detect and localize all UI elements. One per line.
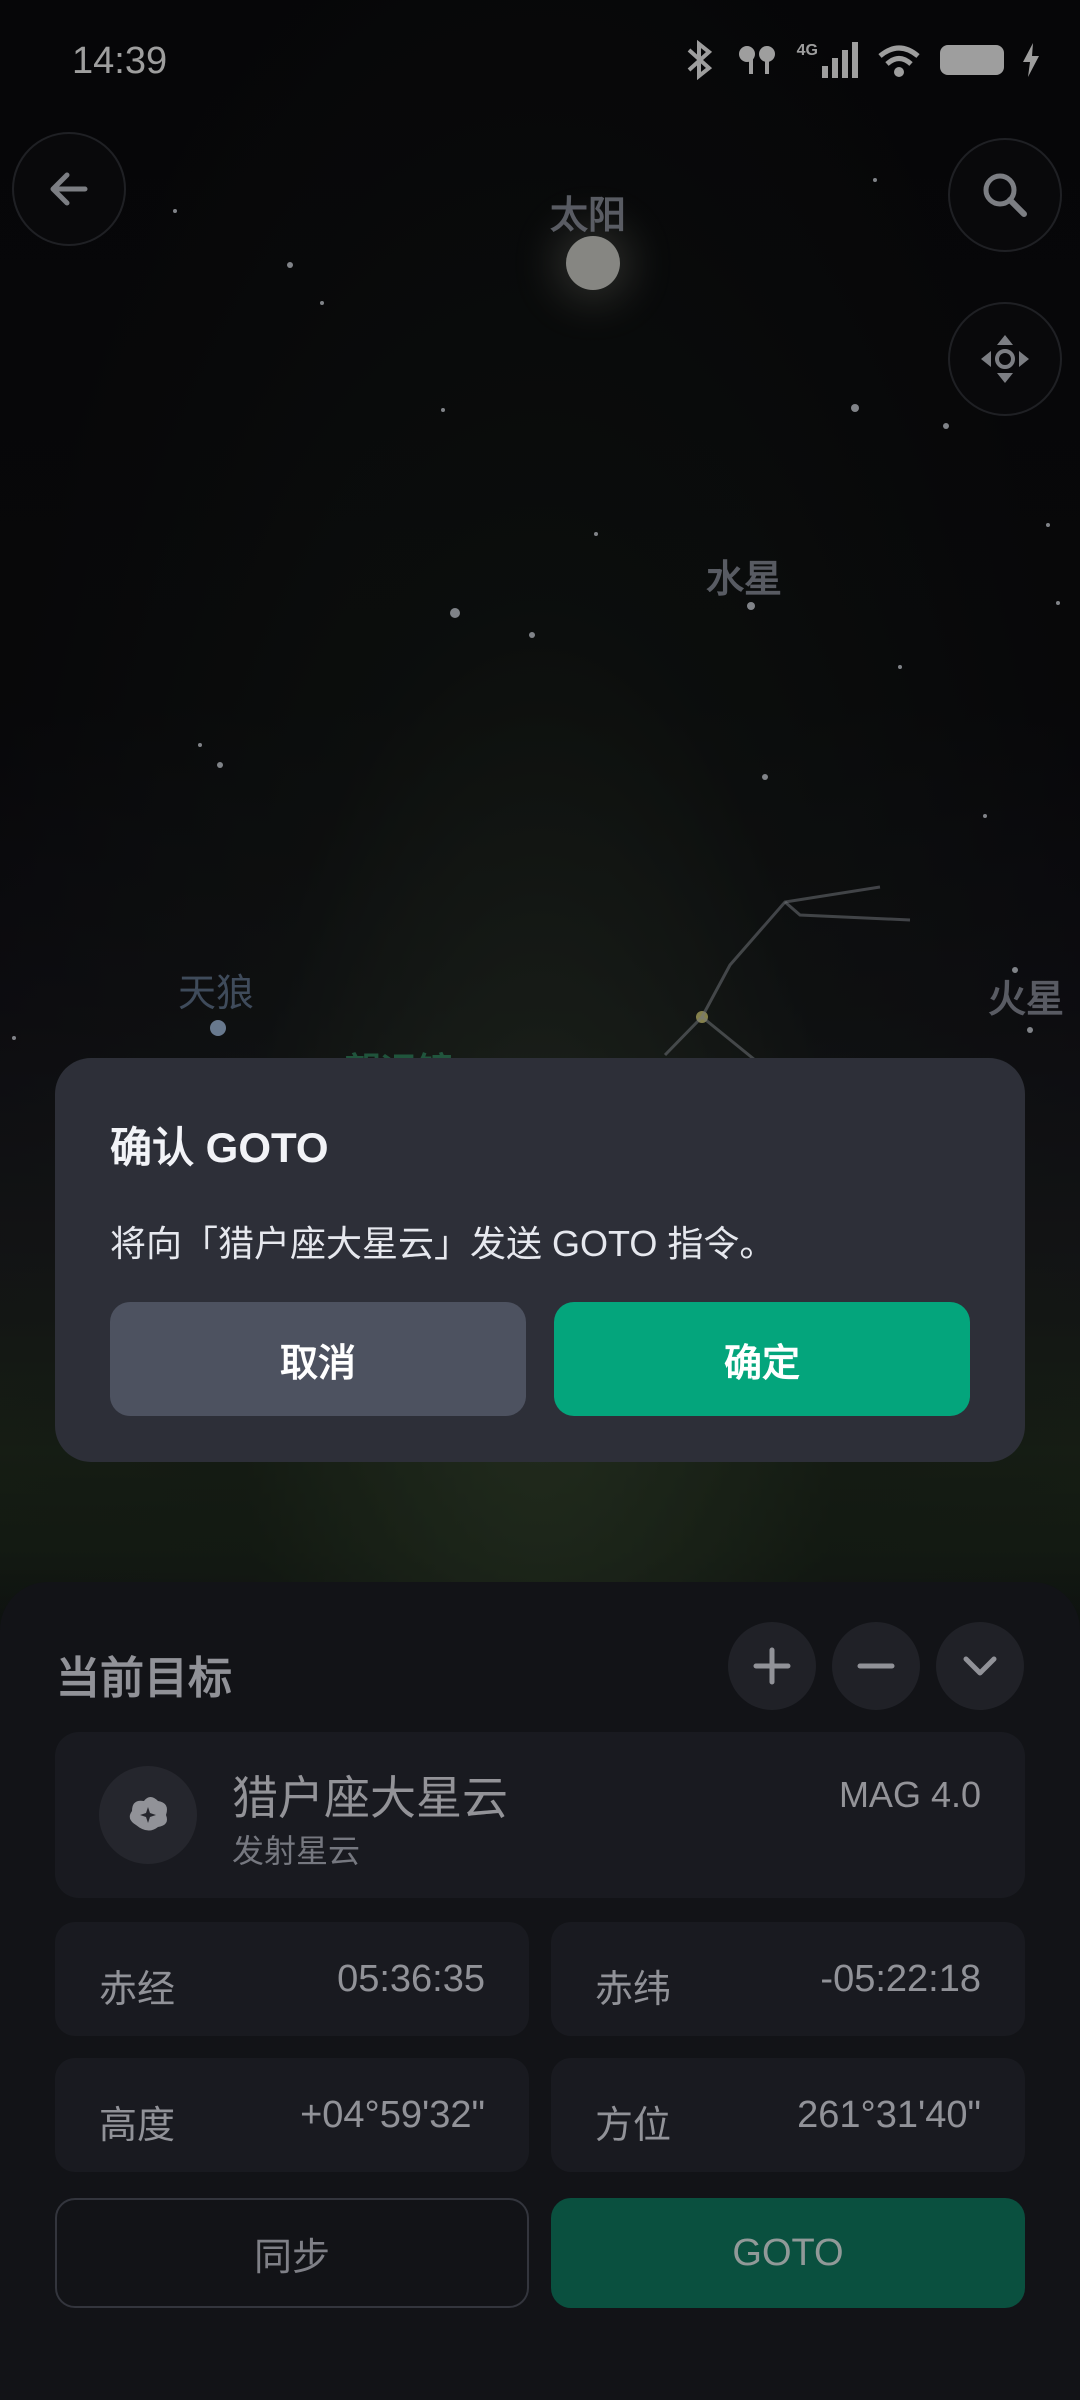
panel-title: 当前目标 [56,1654,232,1703]
altitude-value: +04°59'32" [300,2094,485,2136]
ra-label: 赤经 [99,1969,176,2011]
dec-value: -05:22:18 [820,1958,981,2000]
target-magnitude: MAG 4.0 [838,1774,981,1815]
dialog-title: 确认 GOTO [110,1124,329,1171]
minus-icon [857,1663,895,1669]
azimuth-field: 方位 261°31'40" [551,2058,1025,2172]
dialog-actions: 取消 确定 [110,1302,970,1416]
azimuth-value: 261°31'40" [797,2094,981,2136]
ra-field: 赤经 05:36:35 [55,1922,529,2036]
dec-label: 赤纬 [595,1969,672,2011]
confirm-button[interactable]: 确定 [554,1302,970,1416]
collapse-button[interactable] [936,1622,1024,1710]
target-name: 猎户座大星云 [232,1772,508,1824]
cancel-button[interactable]: 取消 [110,1302,526,1416]
chevron-down-icon [963,1656,997,1676]
altitude-label: 高度 [99,2105,176,2147]
dialog-message: 将向「猎户座大星云」发送 GOTO 指令。 [110,1223,776,1264]
dec-field: 赤纬 -05:22:18 [551,1922,1025,2036]
zoom-out-button[interactable] [832,1622,920,1710]
plus-icon [753,1647,791,1685]
nebula-icon [99,1766,197,1864]
zoom-in-button[interactable] [728,1622,816,1710]
sync-button[interactable]: 同步 [55,2198,529,2308]
ra-value: 05:36:35 [337,1958,485,2000]
target-card[interactable]: 猎户座大星云 发射星云 MAG 4.0 [55,1732,1025,1898]
current-target-panel: 当前目标 猎户座大星云 发射星云 MAG 4.0 赤经 05:36:35 赤纬 … [0,1582,1080,2400]
azimuth-label: 方位 [595,2105,672,2147]
target-type: 发射星云 [232,1833,361,1869]
confirm-goto-dialog: 确认 GOTO 将向「猎户座大星云」发送 GOTO 指令。 取消 确定 [55,1058,1025,1462]
altitude-field: 高度 +04°59'32" [55,2058,529,2172]
goto-button[interactable]: GOTO [551,2198,1025,2308]
